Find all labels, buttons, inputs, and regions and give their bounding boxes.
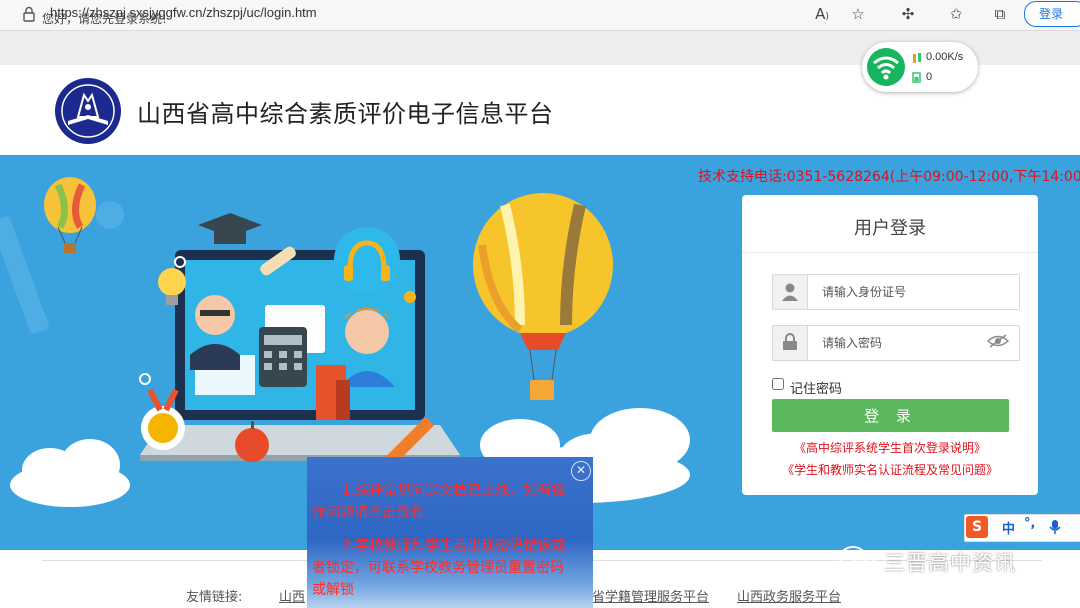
read-aloud-icon[interactable]: A): [812, 4, 832, 24]
first-login-guide-link[interactable]: 《高中综评系统学生首次登录说明》: [742, 439, 1038, 456]
network-speed-text: 0.00K/s: [926, 51, 964, 63]
browser-profile-button[interactable]: 登录: [1024, 1, 1080, 27]
footer-link-shanxi[interactable]: 山西: [279, 586, 305, 605]
wifi-icon: [867, 48, 905, 86]
notice-item-password[interactable]: 2.学校教师和学生若出现密码错误或者锁定，可联系学校教务管理员重置密码或解锁: [312, 535, 574, 601]
password-lock-icon: [783, 333, 797, 350]
password-input[interactable]: [820, 328, 984, 358]
ime-punctuation-toggle[interactable]: °,: [1024, 516, 1035, 531]
login-title: 用户登录: [854, 218, 926, 239]
verification-faq-link[interactable]: 《学生和教师实名认证流程及常见问题》: [742, 461, 1038, 478]
collections-icon[interactable]: ⧉: [990, 4, 1010, 24]
login-submit-button[interactable]: 登 录: [772, 399, 1009, 432]
page-title: 山西省高中综合素质评价电子信息平台: [137, 100, 554, 128]
favorites-icon[interactable]: ✩: [946, 4, 966, 24]
login-divider: [742, 252, 1038, 253]
device-count-text: 0: [926, 71, 933, 83]
small-balloon-icon: [44, 177, 96, 253]
ime-language-toggle[interactable]: 中: [1002, 518, 1015, 537]
battery-icon: [912, 72, 921, 83]
close-icon[interactable]: ✕: [571, 461, 591, 481]
big-balloon-icon: [473, 193, 613, 400]
show-password-icon[interactable]: [987, 334, 1009, 348]
extensions-icon[interactable]: ✣: [898, 4, 918, 24]
greeting-text: 您好，请您先登录系统!: [42, 12, 167, 26]
transfer-arrows-icon: [913, 53, 921, 63]
wechat-icon: [839, 546, 876, 574]
user-icon: [782, 283, 798, 301]
id-number-input[interactable]: [820, 277, 984, 307]
support-phone-text: 技术支持电话:0351-5628264(上午09:00-12:00,下午14:0…: [698, 169, 1080, 185]
platform-logo: [55, 78, 121, 144]
source-watermark: 三晋高中资讯: [884, 551, 1016, 575]
ime-logo-icon[interactable]: S: [966, 516, 988, 538]
add-favorite-icon[interactable]: ☆: [848, 4, 868, 24]
lock-icon[interactable]: [22, 6, 36, 22]
footer-link-student-registry[interactable]: 省学籍管理服务平台: [592, 586, 709, 605]
footer-link-gov-services[interactable]: 山西政务服务平台: [737, 586, 841, 605]
notice-item-docs[interactable]: 1.综评常见问题文档已上线，如有操作问题请点击查看: [312, 480, 574, 524]
friend-links-label: 友情链接:: [186, 590, 243, 605]
remember-password-checkbox[interactable]: [772, 378, 784, 390]
remember-password-label: 记住密码: [790, 382, 843, 397]
microphone-icon[interactable]: [1049, 519, 1061, 535]
